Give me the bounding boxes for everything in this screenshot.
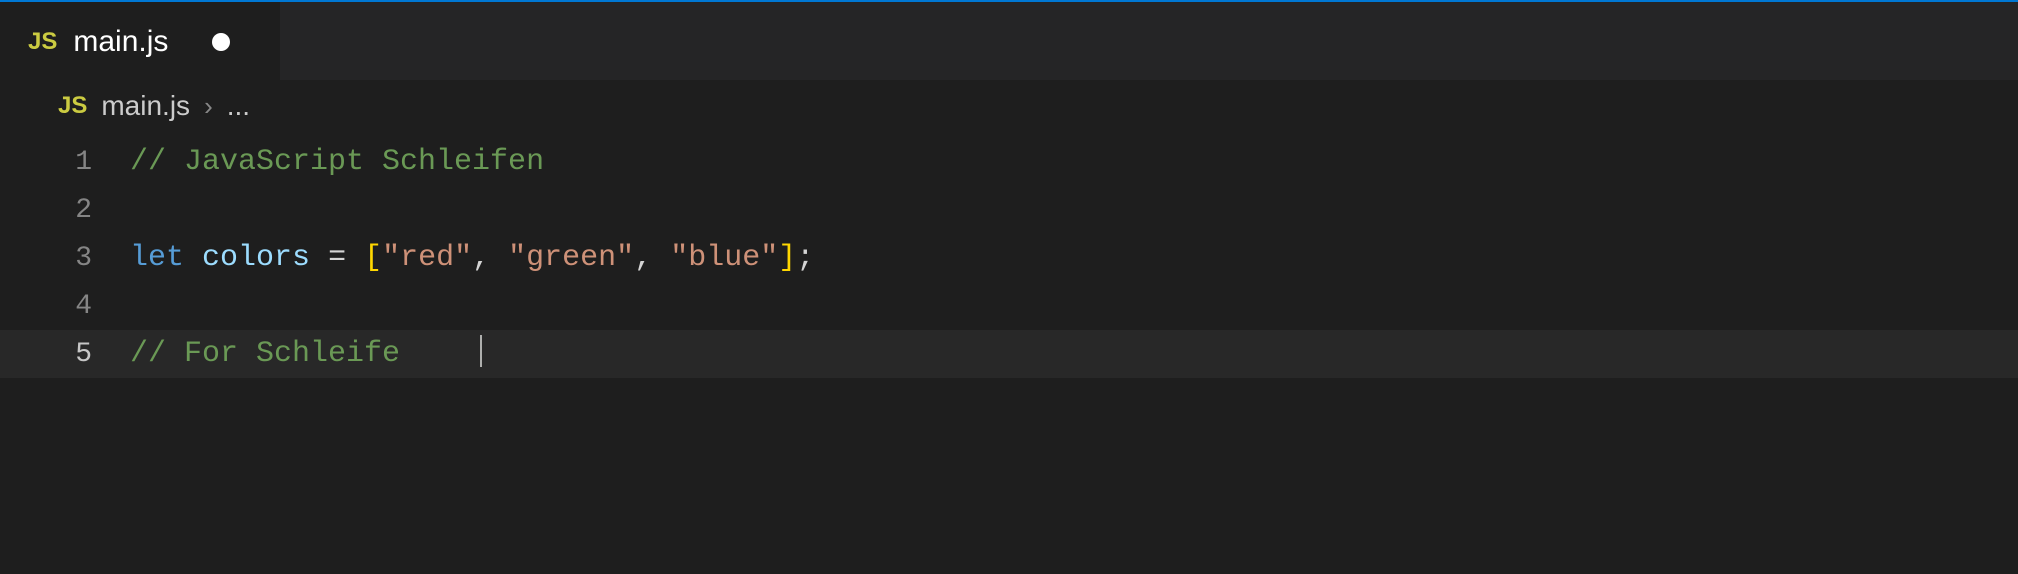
code-content[interactable]: // For Schleife [130,337,482,371]
code-line[interactable]: 1// JavaScript Schleifen [0,138,2018,186]
code-editor[interactable]: 1// JavaScript Schleifen23let colors = [… [0,132,2018,378]
line-number: 2 [0,195,130,226]
code-line[interactable]: 4 [0,282,2018,330]
js-file-icon: JS [28,28,57,56]
code-content[interactable]: let colors = ["red", "green", "blue"]; [130,241,814,275]
tab-filename: main.js [73,25,168,59]
code-content[interactable]: // JavaScript Schleifen [130,145,544,179]
line-number: 1 [0,147,130,178]
js-file-icon: JS [58,92,87,120]
breadcrumb-symbol[interactable]: ... [227,90,250,122]
code-line[interactable]: 3let colors = ["red", "green", "blue"]; [0,234,2018,282]
chevron-right-icon: › [204,91,213,122]
breadcrumb-filename[interactable]: main.js [101,90,190,122]
line-number: 4 [0,291,130,322]
breadcrumb: JS main.js › ... [0,80,2018,132]
tab-main-js[interactable]: JS main.js [0,2,280,80]
text-cursor-icon [480,335,482,367]
dirty-indicator-icon[interactable] [212,33,230,51]
line-number: 5 [0,339,130,370]
tabs-bar: JS main.js [0,0,2018,80]
code-line[interactable]: 2 [0,186,2018,234]
code-line[interactable]: 5// For Schleife [0,330,2018,378]
line-number: 3 [0,243,130,274]
